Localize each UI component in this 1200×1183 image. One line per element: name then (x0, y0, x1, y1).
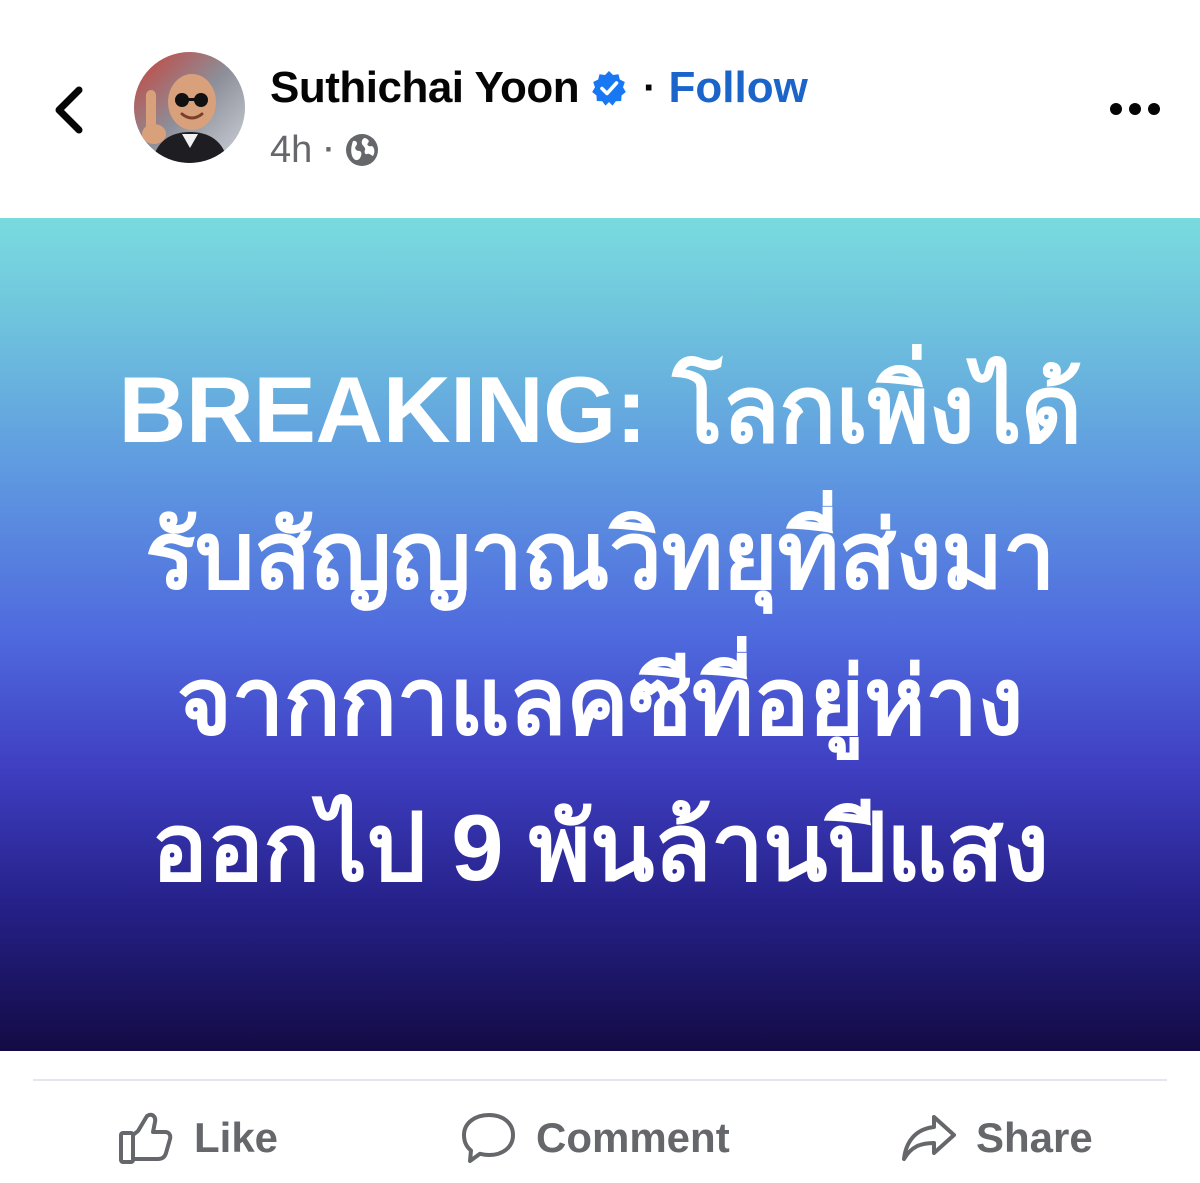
more-options-button[interactable] (1100, 84, 1170, 134)
globe-icon[interactable] (344, 132, 380, 168)
share-label: Share (976, 1114, 1093, 1161)
post-line: ออกไป 9 พันล้านปีแสง (151, 794, 1049, 900)
post-timestamp[interactable]: 4h (270, 129, 312, 172)
action-divider (33, 1079, 1167, 1081)
comment-label: Comment (536, 1114, 730, 1161)
post-action-bar: Like Comment Share (0, 1090, 1200, 1183)
post-meta: 4h · (270, 124, 380, 176)
share-arrow-icon (900, 1111, 958, 1165)
author-avatar[interactable] (134, 52, 245, 163)
like-label: Like (194, 1114, 279, 1161)
follow-button[interactable]: Follow (669, 63, 808, 113)
post-line: BREAKING: โลกเพิ่งได้ (118, 356, 1082, 462)
separator-dot: · (643, 65, 657, 110)
post-text-card[interactable]: BREAKING: โลกเพิ่งได้ รับสัญญาณวิทยุที่ส… (0, 218, 1200, 1051)
post-message: BREAKING: โลกเพิ่งได้ รับสัญญาณวิทยุที่ส… (60, 337, 1140, 921)
thumbs-up-icon (118, 1111, 176, 1165)
more-options-icon (1110, 103, 1160, 115)
chevron-left-icon (55, 86, 83, 134)
author-row: Suthichai Yoon · Follow (270, 58, 808, 118)
avatar-image (134, 52, 245, 163)
back-button[interactable] (40, 78, 96, 142)
comment-button[interactable]: Comment (460, 1110, 730, 1166)
comment-bubble-icon (460, 1111, 518, 1165)
post-line: จากกาแลคซีที่อยู่ห่าง (177, 648, 1023, 754)
meta-separator-dot: · (324, 133, 335, 166)
author-name[interactable]: Suthichai Yoon (270, 63, 580, 113)
post-line: รับสัญญาณวิทยุที่ส่งมา (144, 502, 1056, 608)
post-header: Suthichai Yoon · Follow 4h · (0, 0, 1200, 218)
verified-badge-icon (591, 70, 627, 106)
like-button[interactable]: Like (118, 1110, 278, 1166)
share-button[interactable]: Share (900, 1110, 1093, 1166)
